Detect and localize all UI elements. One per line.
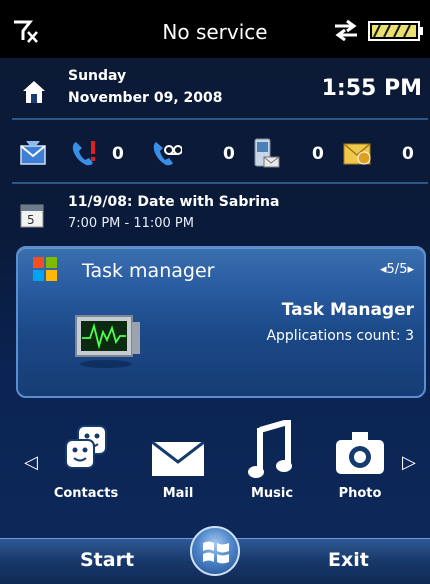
clock[interactable]: 1:55 PM (322, 76, 422, 101)
appointment-title: 11/9/08: Date with Sabrina (68, 194, 280, 210)
calendar-icon: 5 (20, 204, 44, 228)
appointment-time: 7:00 PM - 11:00 PM (68, 216, 194, 231)
app-label: Music (250, 486, 294, 501)
divider (12, 182, 428, 184)
applications-count: Applications count: 3 (266, 328, 414, 344)
missed-call-icon[interactable] (70, 138, 100, 168)
svg-text:5: 5 (27, 213, 35, 227)
scroll-right-arrow[interactable]: ▷ (402, 452, 416, 473)
sync-icon[interactable] (333, 19, 359, 41)
card-title: Task manager (82, 260, 215, 282)
task-manager-icon (75, 315, 140, 368)
music-icon (248, 420, 292, 478)
start-softkey[interactable]: Start (80, 549, 134, 571)
sms-count: 0 (312, 144, 324, 164)
scroll-left-arrow[interactable]: ◁ (24, 452, 38, 473)
voicemail-count: 0 (223, 144, 235, 164)
task-manager-card[interactable]: Task manager ◂5/5▸ Task Manager Applicat… (16, 246, 426, 398)
notifications-row: 0 0 0 0 (0, 122, 430, 182)
contacts-icon (65, 425, 107, 469)
date-label: November 09, 2008 (68, 90, 223, 106)
appointment-row[interactable]: 5 11/9/08: Date with Sabrina 7:00 PM - 1… (0, 186, 430, 242)
app-label: Photo (338, 486, 382, 501)
voicemail-icon[interactable] (152, 138, 182, 168)
app-photo[interactable]: Photo (320, 420, 400, 520)
app-launcher: ◁ Contacts Mail Music Photo ▷ (0, 410, 430, 516)
app-name: Task Manager (281, 300, 414, 320)
status-bar: No service (0, 0, 430, 58)
inbox-icon[interactable] (18, 138, 48, 168)
app-music[interactable]: Music (232, 420, 312, 520)
app-contacts[interactable]: Contacts (46, 420, 126, 520)
exit-softkey[interactable]: Exit (328, 549, 369, 571)
email-count: 0 (402, 144, 414, 164)
app-label: Contacts (53, 486, 119, 501)
day-label: Sunday (68, 68, 127, 84)
battery-icon[interactable] (368, 21, 424, 41)
mail-icon (151, 440, 205, 476)
service-status: No service (162, 20, 268, 44)
windows-logo-icon (33, 257, 57, 281)
email-icon[interactable] (342, 138, 372, 168)
card-pager[interactable]: ◂5/5▸ (380, 262, 414, 277)
home-icon (23, 81, 45, 103)
home-date-row[interactable]: Sunday November 09, 2008 1:55 PM (0, 58, 430, 118)
windows-flag-icon (203, 541, 229, 564)
app-label: Mail (162, 486, 194, 501)
windows-start-button[interactable] (190, 526, 240, 576)
sms-icon[interactable] (250, 138, 280, 168)
app-mail[interactable]: Mail (138, 420, 218, 520)
divider (12, 118, 428, 120)
camera-icon (336, 432, 384, 474)
missed-call-count: 0 (112, 144, 124, 164)
